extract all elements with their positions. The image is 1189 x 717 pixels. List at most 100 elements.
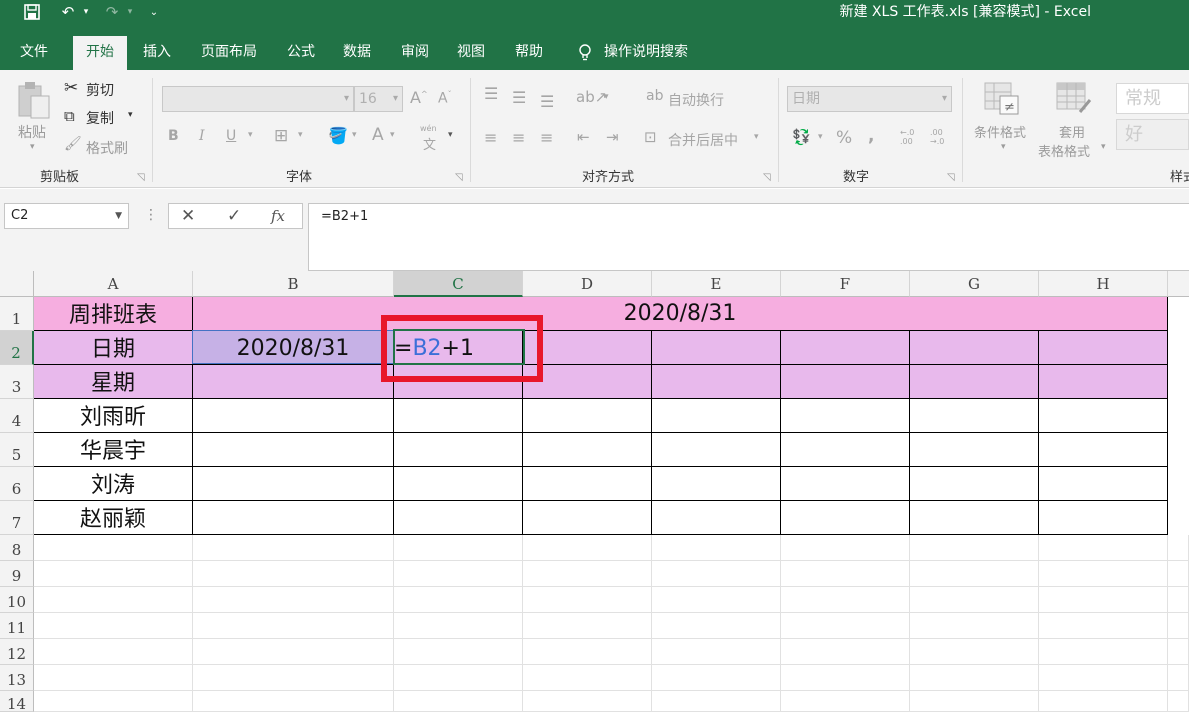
cell-b1-merged[interactable]: 2020/8/31 [193,297,1168,331]
table-format-icon[interactable] [1056,82,1092,120]
tab-data[interactable]: 数据 [334,36,380,70]
cell-h6[interactable] [1039,467,1168,501]
empty-cell[interactable] [193,639,394,665]
row-header-12[interactable]: 12 [0,639,34,665]
name-box[interactable]: C2 ▼ [4,203,129,229]
conditional-dropdown-icon[interactable]: ▾ [1001,142,1006,152]
cell-a2[interactable]: 日期 [34,331,193,365]
cell-h7[interactable] [1039,501,1168,535]
empty-cell[interactable] [910,665,1039,691]
enter-button[interactable]: ✓ [227,206,241,226]
empty-cell[interactable] [781,639,910,665]
row-header-11[interactable]: 11 [0,613,34,639]
row-header-14[interactable]: 14 [0,691,34,713]
increase-indent-icon[interactable]: ⇥ [606,128,619,146]
align-bottom-icon[interactable]: ☰ [540,92,554,111]
cell-e2[interactable] [652,331,781,365]
empty-cell[interactable] [652,613,781,639]
table-format-dropdown-icon[interactable]: ▾ [1101,142,1106,152]
clipboard-launcher-icon[interactable]: ◹ [137,172,145,183]
empty-cell[interactable] [781,613,910,639]
cell-a4[interactable]: 刘雨昕 [34,399,193,433]
cell-c7[interactable] [394,501,523,535]
empty-cell[interactable] [1039,665,1168,691]
column-header-d[interactable]: D [523,271,652,297]
font-color-button[interactable]: A [372,125,384,145]
empty-cell[interactable] [523,561,652,587]
align-right-icon[interactable]: ≡ [540,128,553,147]
empty-cell[interactable] [1168,587,1189,613]
decrease-font-icon[interactable]: Aˇ [438,90,452,107]
cell-c4[interactable] [394,399,523,433]
cell-g7[interactable] [910,501,1039,535]
row-header-7[interactable]: 7 [0,501,34,535]
phonetic-dropdown-icon[interactable]: ▾ [448,130,453,140]
empty-cell[interactable] [1039,613,1168,639]
copy-button[interactable]: 复制 [86,108,114,128]
empty-cell[interactable] [781,665,910,691]
empty-cell[interactable] [34,665,193,691]
comma-button[interactable]: , [868,126,874,146]
font-name-box[interactable]: ▾ [162,86,354,112]
empty-cell[interactable] [1168,665,1189,691]
cell-e7[interactable] [652,501,781,535]
align-left-icon[interactable]: ≡ [484,128,497,147]
cell-a7[interactable]: 赵丽颖 [34,501,193,535]
cell-f2[interactable] [781,331,910,365]
cell-a1[interactable]: 周排班表 [34,297,193,331]
fill-color-dropdown-icon[interactable]: ▾ [352,130,357,140]
row-header-2[interactable]: 2 [0,331,34,365]
tell-me-search[interactable]: 操作说明搜索 [604,36,704,70]
empty-cell[interactable] [394,691,523,712]
align-center-icon[interactable]: ≡ [512,128,525,147]
cell-d6[interactable] [523,467,652,501]
empty-cell[interactable] [34,691,193,712]
empty-cell[interactable] [1168,691,1189,712]
empty-cell[interactable] [652,561,781,587]
empty-cell[interactable] [523,535,652,561]
empty-cell[interactable] [652,691,781,712]
cell-b5[interactable] [193,433,394,467]
cell-g2[interactable] [910,331,1039,365]
cell-a3[interactable]: 星期 [34,365,193,399]
empty-cell[interactable] [1039,587,1168,613]
cell-g6[interactable] [910,467,1039,501]
empty-cell[interactable] [523,665,652,691]
empty-cell[interactable] [34,587,193,613]
table-format-label-1[interactable]: 套用 [1059,122,1085,141]
font-size-dropdown-icon[interactable]: ▾ [393,87,398,111]
cell-f4[interactable] [781,399,910,433]
empty-cell[interactable] [652,665,781,691]
phonetic-icon[interactable]: 文 [423,134,436,153]
cell-h2[interactable] [1039,331,1168,365]
orientation-dropdown-icon[interactable]: ▾ [604,92,609,102]
empty-cell[interactable] [781,561,910,587]
table-format-button[interactable]: 表格格式 [1038,141,1090,160]
drag-handle-icon[interactable]: ⋮ [144,207,158,223]
number-format-box[interactable]: 日期 ▾ [787,86,952,112]
cancel-button[interactable]: ✕ [181,206,195,226]
underline-button[interactable]: U [226,128,236,144]
cell-b7[interactable] [193,501,394,535]
empty-cell[interactable] [394,561,523,587]
underline-dropdown-icon[interactable]: ▾ [248,130,253,140]
increase-decimal-button[interactable]: ←.0 .00 [900,128,922,146]
column-header-c[interactable]: C [394,271,523,297]
conditional-format-button[interactable]: 条件格式 [974,122,1026,141]
row-header-6[interactable]: 6 [0,467,34,501]
row-header-5[interactable]: 5 [0,433,34,467]
empty-cell[interactable] [1168,613,1189,639]
empty-cell[interactable] [34,561,193,587]
font-color-dropdown-icon[interactable]: ▾ [390,130,395,140]
row-header-9[interactable]: 9 [0,561,34,587]
row-header-3[interactable]: 3 [0,365,34,399]
empty-cell[interactable] [394,639,523,665]
cell-g5[interactable] [910,433,1039,467]
border-dropdown-icon[interactable]: ▾ [298,130,303,140]
format-painter-button[interactable]: 格式刷 [86,138,128,158]
column-header-partial[interactable] [1168,271,1189,297]
alignment-launcher-icon[interactable]: ◹ [763,172,771,183]
empty-cell[interactable] [523,587,652,613]
column-header-a[interactable]: A [34,271,193,297]
cell-e4[interactable] [652,399,781,433]
